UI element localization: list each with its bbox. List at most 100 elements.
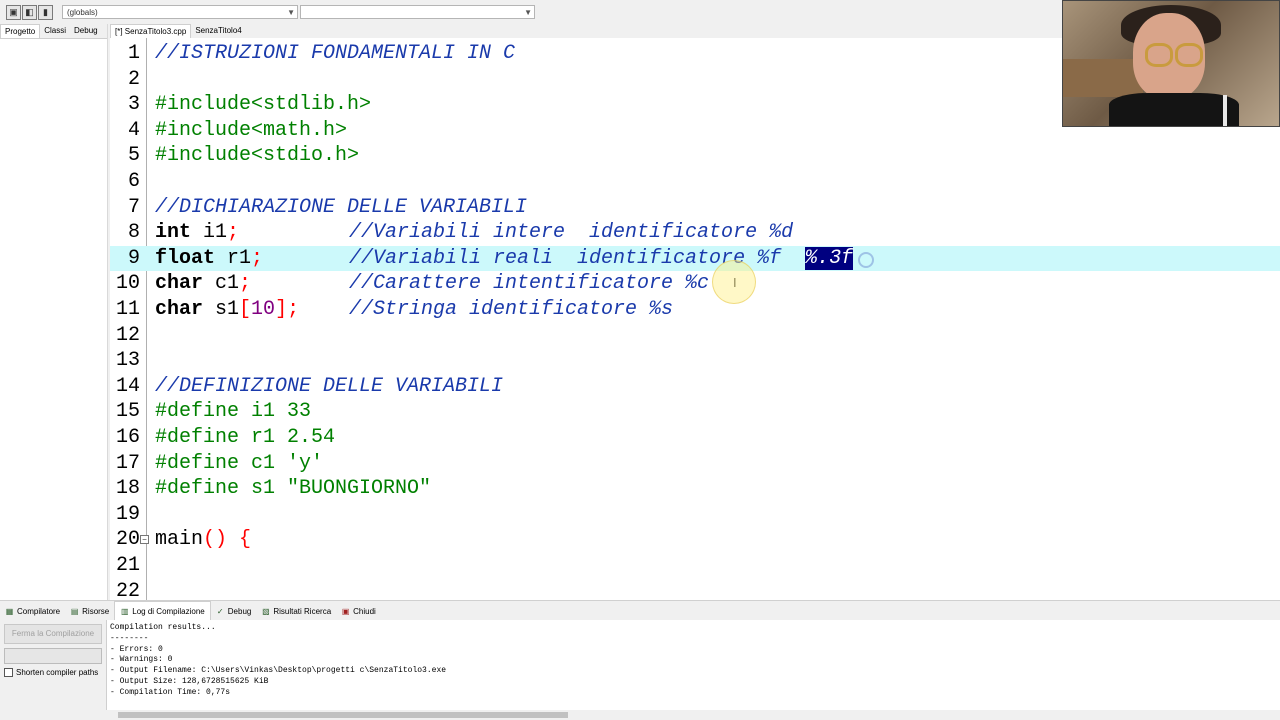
tab-chiudi[interactable]: ▣ Chiudi — [336, 602, 381, 620]
identifier: c1 — [203, 272, 240, 296]
compile-log[interactable]: Compilation results... -------- - Errors… — [106, 620, 1280, 720]
toolbar-icon-1[interactable]: ▣ — [6, 5, 21, 20]
punctuation: () { — [203, 528, 252, 552]
webcam-overlay — [1062, 0, 1280, 127]
selected-text[interactable]: %.3f — [805, 246, 854, 270]
code-line-17: 17 #define c1 'y' — [110, 451, 1280, 477]
tab-progetto[interactable]: Progetto — [0, 24, 41, 38]
code-text: #include<stdio.h> — [155, 144, 360, 168]
line-number: 7 — [127, 195, 140, 219]
line-number: 8 — [127, 221, 140, 245]
shorten-paths-checkbox[interactable]: Shorten compiler paths — [4, 668, 98, 677]
comment: //Carattere intentificatore %c — [349, 272, 710, 296]
tab-debug-bottom[interactable]: ✓ Debug — [211, 602, 257, 620]
compile-progress-bar — [4, 648, 102, 664]
tab-label: Compilatore — [17, 606, 61, 616]
line-number: 19 — [115, 502, 140, 526]
keyword: int — [155, 221, 192, 245]
number: 10 — [251, 298, 276, 321]
code-line-8: 8 int i1; //Variabili intere identificat… — [110, 220, 1280, 246]
punctuation: ]; — [275, 298, 300, 321]
code-line-21: 21 — [110, 553, 1280, 579]
code-text: float r1; — [155, 246, 263, 272]
chevron-down-icon: ▼ — [287, 8, 295, 17]
code-line-11: 11 char s1[10]; //Stringa identificatore… — [110, 297, 1280, 323]
code-text: //DICHIARAZIONE DELLE VARIABILI — [155, 195, 528, 219]
project-panel: Progetto Classi Debug — [0, 24, 108, 600]
punctuation: [ — [239, 298, 252, 321]
code-line-19: 19 — [110, 502, 1280, 528]
line-number: 2 — [127, 67, 140, 91]
tab-debug[interactable]: Debug — [70, 24, 102, 38]
punctuation: ; — [227, 221, 240, 245]
code-text: int i1; — [155, 220, 239, 246]
code-text: //ISTRUZIONI FONDAMENTALI IN C — [155, 42, 516, 65]
tab-senzatitolo4[interactable]: SenzaTitolo4 — [191, 24, 246, 38]
code-text: #define r1 2.54 — [155, 426, 336, 449]
line-number: 12 — [115, 323, 140, 347]
code-line-15: 15 #define i1 33 — [110, 399, 1280, 425]
checkbox-label: Shorten compiler paths — [16, 668, 99, 677]
code-text: #define i1 33 — [155, 400, 312, 424]
check-icon: ✓ — [216, 606, 224, 616]
busy-cursor-icon — [858, 252, 874, 268]
scope-combo[interactable]: (globals) ▼ — [62, 5, 298, 19]
fold-toggle-icon[interactable]: − — [140, 535, 149, 545]
editor-tabs: [*] SenzaTitolo3.cpp SenzaTitolo4 — [110, 24, 246, 38]
line-number: 20 — [115, 528, 140, 552]
log-horizontal-scrollbar[interactable] — [106, 710, 1280, 720]
log-line: - Warnings: 0 — [110, 655, 173, 665]
code-line-10: 10 char c1; //Carattere intentificatore … — [110, 271, 1280, 297]
identifier: i1 — [191, 221, 228, 245]
scope-combo-value: (globals) — [67, 8, 98, 17]
code-line-12: 12 — [110, 323, 1280, 349]
comment: //Stringa identificatore %s — [349, 298, 674, 321]
tab-classi[interactable]: Classi — [40, 24, 70, 38]
bottom-tabs: ▦ Compilatore ▤ Risorse ▥ Log di Compilazio… — [0, 600, 1280, 621]
stop-compilation-button[interactable]: Ferma la Compilazione — [4, 624, 102, 644]
webcam-jacket-stripe — [1223, 95, 1227, 126]
tab-label: Risultati Ricerca — [273, 606, 332, 616]
log-line: - Output Filename: C:\Users\Vinkas\Deskt… — [110, 666, 447, 676]
tab-label: Log di Compilazione — [132, 606, 205, 616]
line-number: 4 — [127, 118, 140, 142]
code-text: main() { — [155, 527, 251, 553]
webcam-glasses — [1175, 43, 1203, 67]
tab-log-compilazione[interactable]: ▥ Log di Compilazione — [114, 601, 211, 621]
identifier: s1 — [203, 298, 240, 321]
line-number: 5 — [127, 144, 140, 168]
code-line-9-current: 9 float r1; //Variabili reali identifica… — [110, 245, 1280, 272]
keyword: char — [155, 272, 204, 296]
tab-senzatitolo3[interactable]: [*] SenzaTitolo3.cpp — [110, 24, 192, 38]
line-number: 18 — [115, 477, 140, 501]
line-number: 3 — [127, 93, 140, 117]
line-number: 15 — [115, 400, 140, 424]
line-number: 17 — [115, 451, 140, 475]
tab-risultati-ricerca[interactable]: ▧ Risultati Ricerca — [256, 602, 336, 620]
code-line-22: 22 — [110, 579, 1280, 600]
checkbox-icon — [4, 668, 13, 677]
line-number: 11 — [115, 298, 140, 321]
scrollbar-thumb[interactable] — [118, 712, 568, 718]
comment: //Variabili intere identificatore %d — [349, 221, 794, 245]
code-text: #define s1 "BUONGIORNO" — [155, 477, 432, 501]
resources-icon: ▤ — [70, 606, 79, 616]
line-number: 16 — [115, 426, 140, 449]
tab-label: Debug — [227, 606, 252, 616]
chevron-down-icon: ▼ — [524, 8, 532, 17]
code-text: char c1; — [155, 271, 251, 297]
tab-compilatore[interactable]: ▦ Compilatore — [0, 602, 65, 620]
line-number: 14 — [115, 374, 140, 398]
toolbar-icon-2[interactable]: ◧ — [22, 5, 37, 20]
code-text: #define c1 'y' — [155, 451, 324, 475]
log-line: - Compilation Time: 0,77s — [110, 687, 231, 697]
toolbar-icon-3[interactable]: ▮ — [38, 5, 53, 20]
code-text: #include<stdlib.h> — [155, 93, 372, 117]
webcam-background — [1063, 59, 1143, 97]
code-text: #include<math.h> — [155, 118, 348, 142]
keyword: char — [155, 298, 204, 321]
member-combo[interactable]: ▼ — [300, 5, 535, 19]
keyword: float — [155, 246, 216, 270]
tab-risorse[interactable]: ▤ Risorse — [65, 602, 114, 620]
line-number: 10 — [115, 272, 140, 296]
